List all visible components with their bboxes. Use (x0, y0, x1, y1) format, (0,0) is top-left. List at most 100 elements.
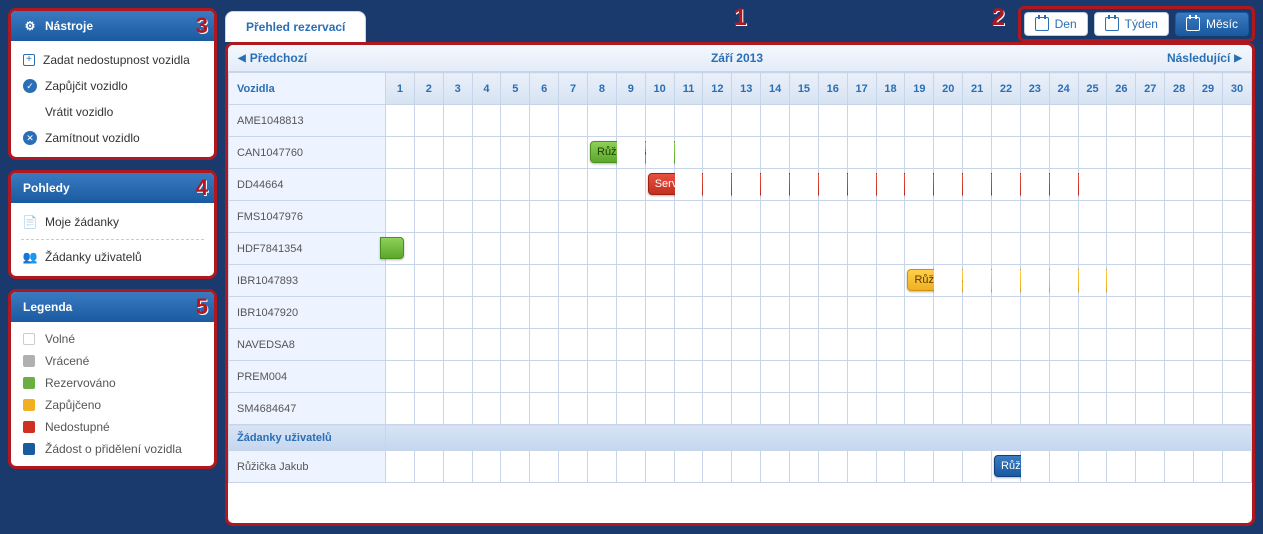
grid-cell[interactable] (501, 169, 530, 201)
grid-cell[interactable] (934, 265, 963, 297)
grid-cell[interactable] (1049, 329, 1078, 361)
grid-cell[interactable] (703, 329, 732, 361)
grid-cell[interactable] (385, 297, 414, 329)
view-item[interactable]: 👥Žádanky uživatelů (11, 244, 214, 270)
grid-cell[interactable] (501, 137, 530, 169)
grid-cell[interactable] (790, 393, 819, 425)
grid-cell[interactable]: Růžička Jakub (905, 265, 934, 297)
grid-cell[interactable] (443, 201, 472, 233)
grid-cell[interactable] (1165, 361, 1194, 393)
grid-cell[interactable] (385, 169, 414, 201)
grid-cell[interactable] (934, 297, 963, 329)
grid-cell[interactable] (876, 361, 905, 393)
grid-cell[interactable] (963, 361, 992, 393)
grid-cell[interactable] (732, 329, 761, 361)
grid-cell[interactable] (674, 233, 703, 265)
grid-cell[interactable] (1165, 169, 1194, 201)
grid-cell[interactable] (1107, 361, 1136, 393)
grid-cell[interactable] (443, 265, 472, 297)
grid-cell[interactable] (1222, 201, 1251, 233)
grid-cell[interactable] (818, 169, 847, 201)
grid-cell[interactable] (1194, 169, 1223, 201)
grid-cell[interactable] (905, 361, 934, 393)
grid-cell[interactable] (876, 137, 905, 169)
grid-cell[interactable] (616, 329, 645, 361)
grid-cell[interactable] (1194, 105, 1223, 137)
grid-cell[interactable] (761, 201, 790, 233)
grid-cell[interactable] (674, 265, 703, 297)
grid-cell[interactable] (818, 265, 847, 297)
grid-cell[interactable] (443, 393, 472, 425)
grid-cell[interactable] (1222, 137, 1251, 169)
grid-cell[interactable] (414, 393, 443, 425)
grid-cell[interactable] (645, 233, 674, 265)
grid-cell[interactable] (703, 201, 732, 233)
grid-cell[interactable] (1078, 137, 1107, 169)
grid-cell[interactable] (1078, 201, 1107, 233)
grid-cell[interactable] (905, 169, 934, 201)
grid-cell[interactable] (645, 393, 674, 425)
grid-cell[interactable] (645, 105, 674, 137)
grid-cell[interactable] (443, 105, 472, 137)
grid-cell[interactable] (992, 361, 1021, 393)
grid-cell[interactable] (588, 265, 617, 297)
grid-cell[interactable] (847, 361, 876, 393)
grid-cell[interactable] (1136, 393, 1165, 425)
grid-cell[interactable] (1136, 201, 1165, 233)
grid-cell[interactable] (414, 451, 443, 483)
grid-cell[interactable] (501, 201, 530, 233)
grid-cell[interactable] (472, 105, 501, 137)
grid-cell[interactable] (1165, 137, 1194, 169)
grid-cell[interactable] (1194, 233, 1223, 265)
grid-cell[interactable] (761, 393, 790, 425)
grid-cell[interactable]: Servis (645, 169, 674, 201)
grid-cell[interactable] (732, 297, 761, 329)
grid-cell[interactable] (472, 451, 501, 483)
grid-cell[interactable] (1078, 393, 1107, 425)
grid-cell[interactable] (501, 297, 530, 329)
grid-cell[interactable] (847, 201, 876, 233)
grid-cell[interactable] (616, 169, 645, 201)
grid-cell[interactable] (414, 201, 443, 233)
grid-cell[interactable] (876, 105, 905, 137)
grid-cell[interactable] (674, 329, 703, 361)
grid-cell[interactable] (645, 265, 674, 297)
grid-cell[interactable] (1107, 137, 1136, 169)
grid-cell[interactable] (992, 169, 1021, 201)
grid-cell[interactable] (1165, 393, 1194, 425)
grid-cell[interactable] (703, 233, 732, 265)
grid-cell[interactable] (934, 451, 963, 483)
grid-cell[interactable] (876, 201, 905, 233)
grid-cell[interactable] (616, 137, 645, 169)
grid-cell[interactable] (616, 233, 645, 265)
grid-cell[interactable] (1222, 169, 1251, 201)
grid-cell[interactable] (1020, 361, 1049, 393)
view-day-button[interactable]: Den (1024, 12, 1088, 36)
grid-cell[interactable] (472, 393, 501, 425)
grid-cell[interactable] (1165, 329, 1194, 361)
grid-cell[interactable] (847, 233, 876, 265)
grid-cell[interactable] (790, 329, 819, 361)
grid-cell[interactable] (732, 265, 761, 297)
grid-cell[interactable] (501, 329, 530, 361)
grid-cell[interactable] (1136, 297, 1165, 329)
grid-cell[interactable] (1136, 137, 1165, 169)
grid-cell[interactable] (588, 297, 617, 329)
grid-cell[interactable] (1165, 201, 1194, 233)
grid-cell[interactable] (905, 201, 934, 233)
grid-cell[interactable] (414, 361, 443, 393)
grid-cell[interactable] (501, 361, 530, 393)
grid-cell[interactable] (905, 105, 934, 137)
grid-cell[interactable] (472, 361, 501, 393)
grid-cell[interactable] (963, 137, 992, 169)
tool-item[interactable]: ✕Zamítnout vozidlo (11, 125, 214, 151)
grid-cell[interactable] (703, 297, 732, 329)
grid-cell[interactable] (616, 105, 645, 137)
grid-cell[interactable] (530, 265, 559, 297)
grid-cell[interactable] (963, 105, 992, 137)
grid-cell[interactable] (818, 137, 847, 169)
grid-cell[interactable] (645, 361, 674, 393)
grid-cell[interactable] (1020, 105, 1049, 137)
grid-cell[interactable] (732, 201, 761, 233)
grid-cell[interactable] (818, 105, 847, 137)
